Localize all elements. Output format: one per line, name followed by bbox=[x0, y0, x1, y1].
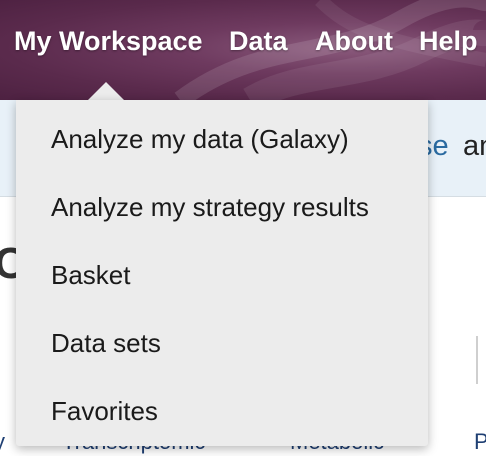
nav-my-workspace[interactable]: My Workspace bbox=[14, 24, 203, 58]
menu-item-analyze-my-data[interactable]: Analyze my data (Galaxy) bbox=[51, 122, 349, 156]
menu-item-basket[interactable]: Basket bbox=[51, 258, 131, 292]
banner-text-fragment-right: an bbox=[463, 130, 486, 162]
menu-item-analyze-strategy-results[interactable]: Analyze my strategy results bbox=[51, 190, 369, 224]
dropdown-caret bbox=[88, 82, 124, 100]
menu-item-favorites[interactable]: Favorites bbox=[51, 394, 158, 428]
top-navbar: My Workspace Data About Help bbox=[0, 0, 486, 100]
nav-data[interactable]: Data bbox=[229, 24, 288, 58]
nav-about[interactable]: About bbox=[315, 24, 393, 58]
menu-item-data-sets[interactable]: Data sets bbox=[51, 326, 161, 360]
category-link-fragment-right[interactable]: P bbox=[474, 428, 486, 456]
category-link-fragment[interactable]: y bbox=[0, 428, 5, 456]
nav-help[interactable]: Help bbox=[419, 24, 478, 58]
my-workspace-dropdown-menu: Analyze my data (Galaxy) Analyze my stra… bbox=[16, 100, 428, 446]
content-divider bbox=[476, 336, 486, 384]
